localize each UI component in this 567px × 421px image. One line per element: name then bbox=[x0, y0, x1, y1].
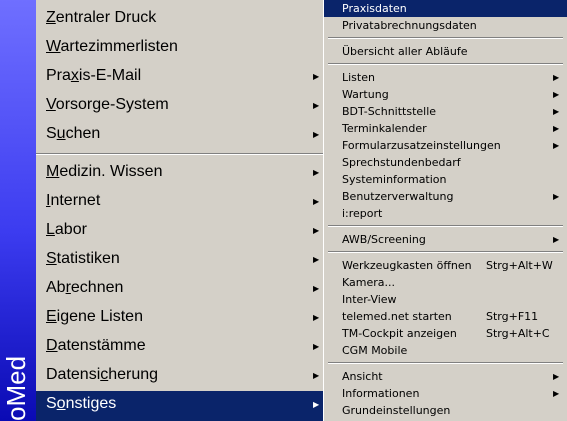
menu-separator bbox=[36, 153, 324, 155]
submenu-item-awb-screening[interactable]: AWB/Screening ▶ bbox=[324, 231, 567, 248]
submenu-sonstiges: Praxisdaten Privatabrechnungsdaten Übers… bbox=[323, 0, 567, 421]
submenu-item-telemed[interactable]: telemed.net starten Strg+F11 bbox=[324, 308, 567, 325]
submenu-item-benutzerverwaltung[interactable]: Benutzerverwaltung ▶ bbox=[324, 188, 567, 205]
submenu-arrow-icon: ▶ bbox=[313, 342, 320, 351]
submenu-item-tm-cockpit[interactable]: TM-Cockpit anzeigen Strg+Alt+C bbox=[324, 325, 567, 342]
submenu-arrow-icon: ▶ bbox=[553, 141, 560, 150]
submenu-separator bbox=[328, 362, 563, 364]
submenu-item-privatabrechnungsdaten[interactable]: Privatabrechnungsdaten bbox=[324, 17, 567, 34]
menu-item-wartezimmerlisten[interactable]: Wartezimmerlisten bbox=[36, 34, 324, 63]
submenu-arrow-icon: ▶ bbox=[553, 389, 560, 398]
submenu-item-ansicht[interactable]: Ansicht ▶ bbox=[324, 368, 567, 385]
submenu-item-ireport[interactable]: i:report bbox=[324, 205, 567, 222]
submenu-separator bbox=[328, 251, 563, 253]
menu-item-vorsorge-system[interactable]: Vorsorge-System ▶ bbox=[36, 92, 324, 121]
submenu-item-wartung[interactable]: Wartung ▶ bbox=[324, 86, 567, 103]
menu-item-datensicherung[interactable]: Datensicherung ▶ bbox=[36, 362, 324, 391]
submenu-arrow-icon: ▶ bbox=[553, 107, 560, 116]
menu-item-statistiken[interactable]: Statistiken ▶ bbox=[36, 246, 324, 275]
submenu-item-terminkalender[interactable]: Terminkalender ▶ bbox=[324, 120, 567, 137]
menu-item-suchen[interactable]: Suchen ▶ bbox=[36, 121, 324, 150]
submenu-item-listen[interactable]: Listen ▶ bbox=[324, 69, 567, 86]
submenu-item-systeminformation[interactable]: Systeminformation bbox=[324, 171, 567, 188]
submenu-arrow-icon: ▶ bbox=[313, 72, 320, 81]
menu-item-zentraler-druck[interactable]: Zentraler Druck bbox=[36, 5, 324, 34]
menu-item-internet[interactable]: Internet ▶ bbox=[36, 188, 324, 217]
submenu-item-informationen[interactable]: Informationen ▶ bbox=[324, 385, 567, 402]
menu-item-medizin-wissen[interactable]: Medizin. Wissen ▶ bbox=[36, 159, 324, 188]
submenu-item-praxisdaten[interactable]: Praxisdaten bbox=[324, 0, 567, 17]
submenu-arrow-icon: ▶ bbox=[553, 192, 560, 201]
submenu-arrow-icon: ▶ bbox=[313, 400, 320, 409]
submenu-item-bdt-schnittstelle[interactable]: BDT-Schnittstelle ▶ bbox=[324, 103, 567, 120]
submenu-separator bbox=[328, 225, 563, 227]
brand-strip: oMed bbox=[0, 0, 36, 421]
submenu-arrow-icon: ▶ bbox=[313, 255, 320, 264]
main-menu: Zentraler Druck Wartezimmerlisten Praxis… bbox=[36, 0, 324, 421]
submenu-item-kamera[interactable]: Kamera... bbox=[324, 274, 567, 291]
submenu-arrow-icon: ▶ bbox=[313, 371, 320, 380]
submenu-separator bbox=[328, 63, 563, 65]
menu-item-abrechnen[interactable]: Abrechnen ▶ bbox=[36, 275, 324, 304]
submenu-arrow-icon: ▶ bbox=[553, 235, 560, 244]
submenu-item-sprechstundenbedarf[interactable]: Sprechstundenbedarf bbox=[324, 154, 567, 171]
submenu-arrow-icon: ▶ bbox=[313, 197, 320, 206]
shortcut-label: Strg+Alt+C bbox=[486, 327, 550, 340]
submenu-separator bbox=[328, 37, 563, 39]
submenu-item-inter-view[interactable]: Inter-View bbox=[324, 291, 567, 308]
menu-item-eigene-listen[interactable]: Eigene Listen ▶ bbox=[36, 304, 324, 333]
submenu-arrow-icon: ▶ bbox=[313, 313, 320, 322]
menu-item-sonstiges[interactable]: Sonstiges ▶ bbox=[36, 391, 324, 421]
menu-item-labor[interactable]: Labor ▶ bbox=[36, 217, 324, 246]
menu-item-praxis-email[interactable]: Praxis-E-Mail ▶ bbox=[36, 63, 324, 92]
submenu-arrow-icon: ▶ bbox=[553, 90, 560, 99]
brand-text: oMed bbox=[1, 355, 31, 421]
submenu-arrow-icon: ▶ bbox=[553, 73, 560, 82]
submenu-arrow-icon: ▶ bbox=[553, 124, 560, 133]
shortcut-label: Strg+F11 bbox=[486, 310, 539, 323]
submenu-arrow-icon: ▶ bbox=[313, 284, 320, 293]
submenu-item-formularzusatzeinstellungen[interactable]: Formularzusatzeinstellungen ▶ bbox=[324, 137, 567, 154]
submenu-item-werkzeugkasten[interactable]: Werkzeugkasten öffnen Strg+Alt+W bbox=[324, 257, 567, 274]
submenu-arrow-icon: ▶ bbox=[313, 130, 320, 139]
submenu-item-grundeinstellungen[interactable]: Grundeinstellungen bbox=[324, 402, 567, 419]
submenu-arrow-icon: ▶ bbox=[553, 372, 560, 381]
submenu-item-cgm-mobile[interactable]: CGM Mobile bbox=[324, 342, 567, 359]
submenu-arrow-icon: ▶ bbox=[313, 226, 320, 235]
submenu-arrow-icon: ▶ bbox=[313, 101, 320, 110]
submenu-item-uebersicht-ablaeufe[interactable]: Übersicht aller Abläufe bbox=[324, 43, 567, 60]
submenu-arrow-icon: ▶ bbox=[313, 168, 320, 177]
menu-item-datenstaemme[interactable]: Datenstämme ▶ bbox=[36, 333, 324, 362]
shortcut-label: Strg+Alt+W bbox=[486, 259, 553, 272]
